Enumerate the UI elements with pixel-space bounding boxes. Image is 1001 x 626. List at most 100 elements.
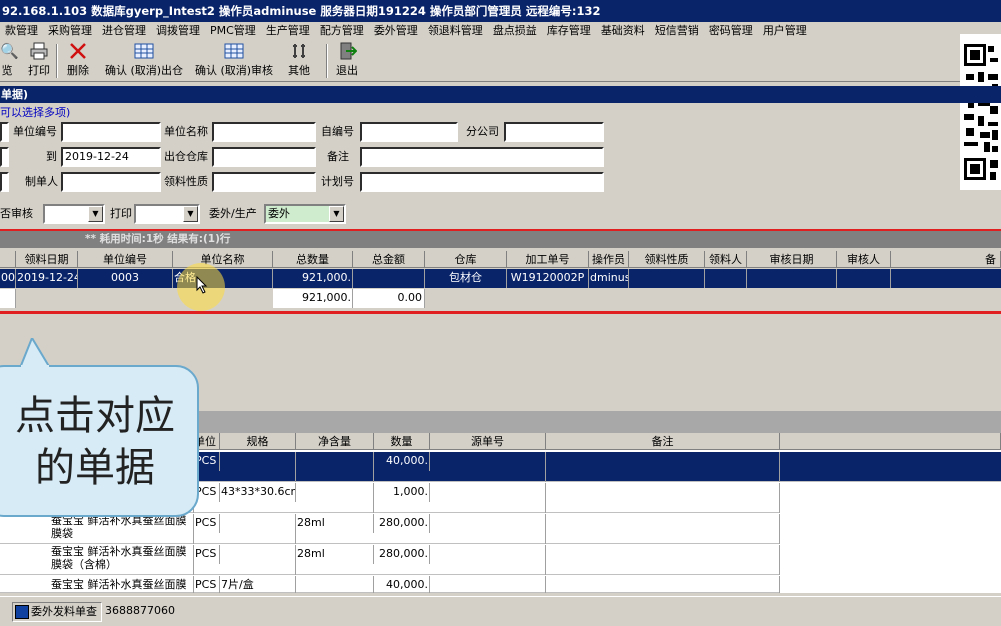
creator-label: 制单人 xyxy=(25,175,58,188)
exit-button[interactable]: 退出 xyxy=(332,42,362,80)
cell-spec xyxy=(220,514,296,544)
material-type-input[interactable] xyxy=(212,172,316,192)
cell-spec xyxy=(220,452,296,482)
taskbar-window-button[interactable]: 委外发料单查 xyxy=(12,602,102,622)
table-row-selected[interactable]: 008 2019-12-24 0003 合格 921,000. 包材仓 W191… xyxy=(0,269,1001,288)
menu-item-sms[interactable]: 短信营销 xyxy=(650,22,704,39)
window-title-bar: 92.168.1.103 数据库gyerp_Intest2 操作员adminus… xyxy=(0,0,1001,22)
menu-item-material-return[interactable]: 领退料管理 xyxy=(423,22,488,39)
grid-header[interactable]: 备注 xyxy=(546,433,780,450)
grid-header[interactable]: 仓库 xyxy=(425,251,507,268)
grid-header[interactable]: 审核人 xyxy=(837,251,891,268)
cell-material-type xyxy=(629,269,705,288)
menu-item-pmc[interactable]: PMC管理 xyxy=(205,22,261,39)
audit-select[interactable]: ▼ xyxy=(43,204,105,224)
grid-header[interactable]: 领料日期 xyxy=(16,251,78,268)
grid-header[interactable]: 总金额 xyxy=(353,251,425,268)
branch-input[interactable] xyxy=(504,122,604,142)
confirm-outbound-button[interactable]: 确认 (取消)出仓 xyxy=(102,42,186,80)
creator-input[interactable] xyxy=(61,172,161,192)
cell-process-no: W19120002P xyxy=(507,269,589,288)
cell-total-qty: 921,000. xyxy=(273,269,353,288)
menu-item-production[interactable]: 生产管理 xyxy=(261,22,315,39)
grid-header[interactable]: 操作员 xyxy=(589,251,629,268)
unit-code-input[interactable] xyxy=(61,122,161,142)
cell-net: 28ml xyxy=(296,514,374,533)
unit-name-input[interactable] xyxy=(212,122,316,142)
preview-button[interactable]: 🔍 览 xyxy=(0,42,19,80)
grid-header[interactable]: 数量 xyxy=(374,433,430,450)
self-code-input[interactable] xyxy=(360,122,458,142)
cell-auditor xyxy=(837,269,891,288)
tools-icon xyxy=(289,42,309,60)
filter-field-left-1[interactable] xyxy=(0,122,9,142)
grid-header[interactable]: 净含量 xyxy=(296,433,374,450)
cell-unit-code: 0003 xyxy=(78,269,173,288)
preview-icon: 🔍 xyxy=(0,42,19,60)
menu-item-transfer[interactable]: 调拨管理 xyxy=(151,22,205,39)
print-select[interactable]: ▼ xyxy=(134,204,200,224)
table-row[interactable]: 蚕宝宝 鲜活补水真蚕丝面膜 膜袋 PCS 28ml 280,000. xyxy=(0,514,780,544)
menu-item-outsource[interactable]: 委外管理 xyxy=(369,22,423,39)
cell-source-no xyxy=(430,576,546,593)
delete-icon xyxy=(68,42,88,60)
delete-button[interactable]: 删除 xyxy=(62,42,94,80)
grid-header[interactable]: 领料性质 xyxy=(629,251,705,268)
menu-item-payment[interactable]: 款管理 xyxy=(0,22,43,39)
cell-name: 蚕宝宝 鲜活补水真蚕丝面膜 膜袋（含棉） xyxy=(50,545,194,575)
print-button[interactable]: 打印 xyxy=(22,42,56,80)
menu-item-formula[interactable]: 配方管理 xyxy=(315,22,369,39)
grid-header[interactable] xyxy=(780,433,1001,450)
grid-header[interactable]: 审核日期 xyxy=(747,251,837,268)
cell-remark xyxy=(546,483,780,513)
grid-header[interactable]: 总数量 xyxy=(273,251,353,268)
grid-header[interactable]: 规格 xyxy=(220,433,296,450)
warehouse-input[interactable] xyxy=(212,147,316,167)
cell-operator: dminus xyxy=(589,269,629,288)
grid-icon xyxy=(224,42,244,60)
print-label: 打印 xyxy=(110,207,132,220)
remark-input[interactable] xyxy=(360,147,604,167)
grid-header[interactable]: 源单号 xyxy=(430,433,546,450)
menu-item-inventory[interactable]: 库存管理 xyxy=(542,22,596,39)
cell-spec: 43*33*30.6cm xyxy=(220,483,296,502)
filter-field-left-3[interactable] xyxy=(0,172,9,192)
menu-item-purchase[interactable]: 采购管理 xyxy=(43,22,97,39)
qr-code xyxy=(960,34,1001,190)
menu-item-basic-data[interactable]: 基础资料 xyxy=(596,22,650,39)
chevron-down-icon[interactable]: ▼ xyxy=(183,206,198,222)
grid-header[interactable]: 加工单号 xyxy=(507,251,589,268)
mouse-cursor-icon xyxy=(196,275,208,297)
table-row[interactable]: 蚕宝宝 鲜活补水真蚕丝面膜 PCS 7片/盒 40,000. xyxy=(0,576,780,593)
menu-item-users[interactable]: 用户管理 xyxy=(758,22,812,39)
material-type-label: 领料性质 xyxy=(164,175,208,188)
to-date-input[interactable]: 2019-12-24 xyxy=(61,147,161,167)
menu-item-password[interactable]: 密码管理 xyxy=(704,22,758,39)
table-row[interactable]: 蚕宝宝 鲜活补水真蚕丝面膜 膜袋（含棉） PCS 28ml 280,000. xyxy=(0,545,780,575)
grid-header[interactable]: 单位编号 xyxy=(78,251,173,268)
cell-total-amount xyxy=(353,269,425,288)
chevron-down-icon[interactable]: ▼ xyxy=(329,206,344,222)
grid-header[interactable]: 备 xyxy=(891,251,1001,268)
printer-icon xyxy=(29,42,49,60)
cell-remark xyxy=(546,452,780,482)
hint-text: 可以选择多项) xyxy=(0,106,71,119)
unit-name-label: 单位名称 xyxy=(164,125,208,138)
plan-no-input[interactable] xyxy=(360,172,604,192)
other-button[interactable]: 其他 xyxy=(284,42,314,80)
cell-net xyxy=(296,576,374,593)
menu-item-stocktake[interactable]: 盘点损益 xyxy=(488,22,542,39)
confirm-audit-button[interactable]: 确认 (取消)审核 xyxy=(192,42,276,80)
grid-header[interactable]: 领料人 xyxy=(705,251,747,268)
branch-label: 分公司 xyxy=(466,125,499,138)
grid-header[interactable] xyxy=(0,251,16,268)
menu-item-inbound[interactable]: 进仓管理 xyxy=(97,22,151,39)
outsource-select[interactable]: 委外 ▼ xyxy=(264,204,346,224)
cell-name: 蚕宝宝 鲜活补水真蚕丝面膜 xyxy=(50,576,194,593)
master-grid[interactable]: 领料日期 单位编号 单位名称 总数量 总金额 仓库 加工单号 操作员 领料性质 … xyxy=(0,251,1001,311)
chevron-down-icon[interactable]: ▼ xyxy=(88,206,103,222)
cell-unit: PCS xyxy=(194,576,220,593)
plan-no-label: 计划号 xyxy=(321,175,354,188)
filter-field-left-2[interactable] xyxy=(0,147,9,167)
cell-source-no xyxy=(430,514,546,544)
